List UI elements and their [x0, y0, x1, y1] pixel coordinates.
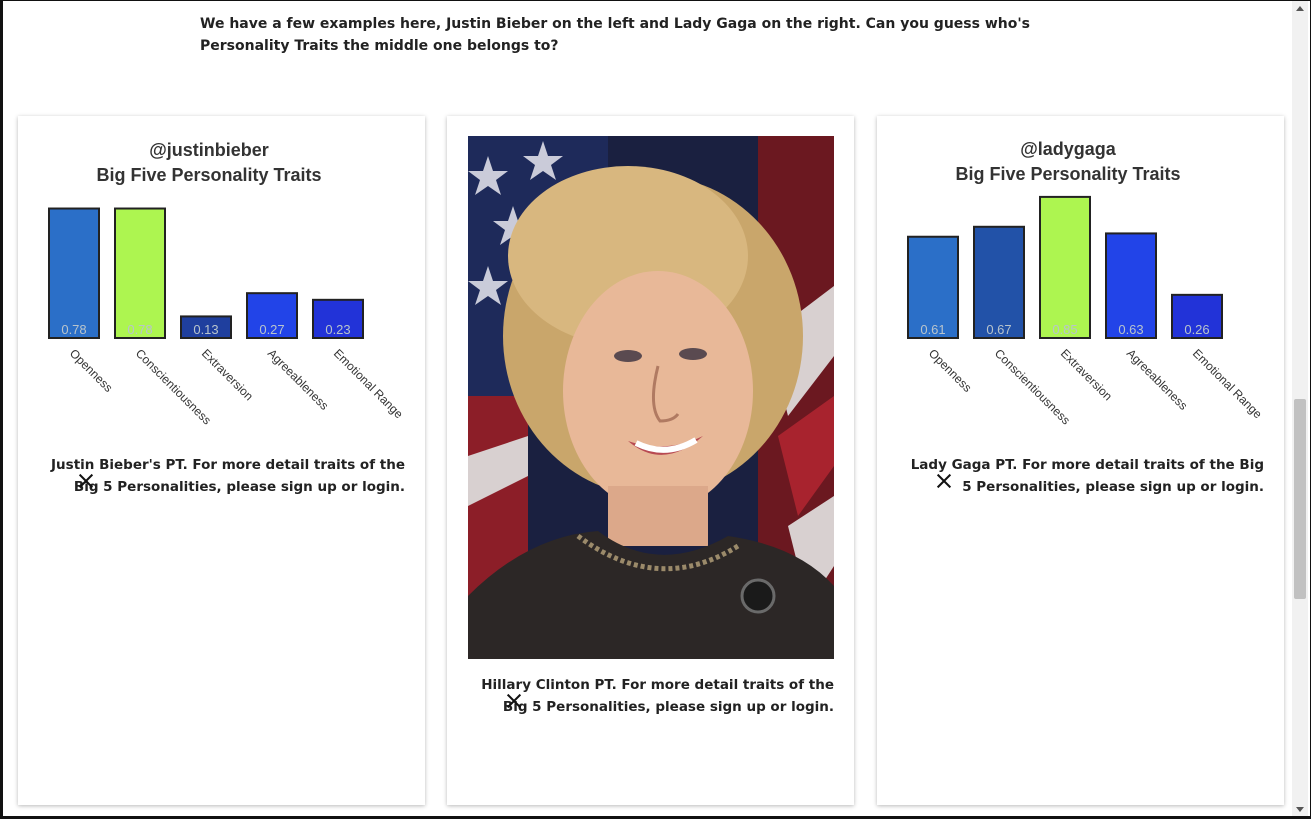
x-tick-label: Emotional Range — [331, 346, 406, 421]
bar-openness — [48, 207, 100, 339]
card-caption: Hillary Clinton PT. For more detail trai… — [481, 677, 834, 715]
card-lady-gaga: @ladygaga Big Five Personality Traits 0.… — [877, 116, 1284, 805]
x-tick-label: Emotional Range — [1190, 346, 1265, 421]
scroll-down-arrow-icon[interactable] — [1296, 807, 1304, 812]
bar-value-label: 0.78 — [127, 322, 152, 337]
x-tick-label: Openness — [67, 346, 116, 395]
x-tick-label: Extraversion — [199, 346, 256, 403]
card-caption: Justin Bieber's PT. For more detail trai… — [51, 457, 405, 495]
x-tick-label: Agreeableness — [1124, 346, 1191, 413]
bar-value-label: 0.27 — [259, 322, 284, 337]
bar-value-label: 0.23 — [325, 322, 350, 337]
chart-subtitle: Big Five Personality Traits — [955, 164, 1180, 184]
scroll-up-arrow-icon[interactable] — [1296, 6, 1304, 11]
bar-extraversion — [1039, 195, 1091, 340]
card-mystery-person: Hillary Clinton PT. For more detail trai… — [447, 116, 854, 805]
bar-conscientiousness — [114, 207, 166, 339]
bar-value-label: 0.67 — [986, 322, 1011, 337]
chart-subtitle: Big Five Personality Traits — [96, 165, 321, 185]
portrait-photo — [468, 136, 834, 659]
card-justin-bieber: @justinbieber Big Five Personality Trait… — [18, 116, 425, 805]
bar-value-label: 0.85 — [1052, 322, 1077, 337]
x-tick-label: Openness — [926, 346, 975, 395]
close-icon[interactable] — [937, 474, 951, 488]
card-caption: Lady Gaga PT. For more detail traits of … — [910, 457, 1264, 495]
intro-text: We have a few examples here, Justin Bieb… — [200, 16, 1030, 54]
chart-lady-gaga: @ladygaga Big Five Personality Traits 0.… — [907, 139, 1265, 427]
chart-title: @ladygaga — [1020, 139, 1117, 159]
bar-value-label: 0.26 — [1184, 322, 1209, 337]
close-icon[interactable] — [79, 474, 93, 488]
bar-value-label: 0.13 — [193, 322, 218, 337]
bar-value-label: 0.61 — [920, 322, 945, 337]
x-tick-label: Agreeableness — [265, 346, 332, 413]
x-tick-label: Extraversion — [1058, 346, 1115, 403]
chart-justin-bieber: @justinbieber Big Five Personality Trait… — [48, 140, 406, 427]
scroll-thumb[interactable] — [1294, 399, 1306, 599]
portrait-image — [468, 136, 834, 659]
browser-viewport: We have a few examples here, Justin Bieb… — [0, 0, 1311, 819]
chart-title: @justinbieber — [149, 140, 269, 160]
bar-value-label: 0.78 — [61, 322, 86, 337]
page-scrollbar[interactable] — [1292, 1, 1308, 816]
bar-value-label: 0.63 — [1118, 322, 1143, 337]
close-icon[interactable] — [507, 694, 521, 708]
